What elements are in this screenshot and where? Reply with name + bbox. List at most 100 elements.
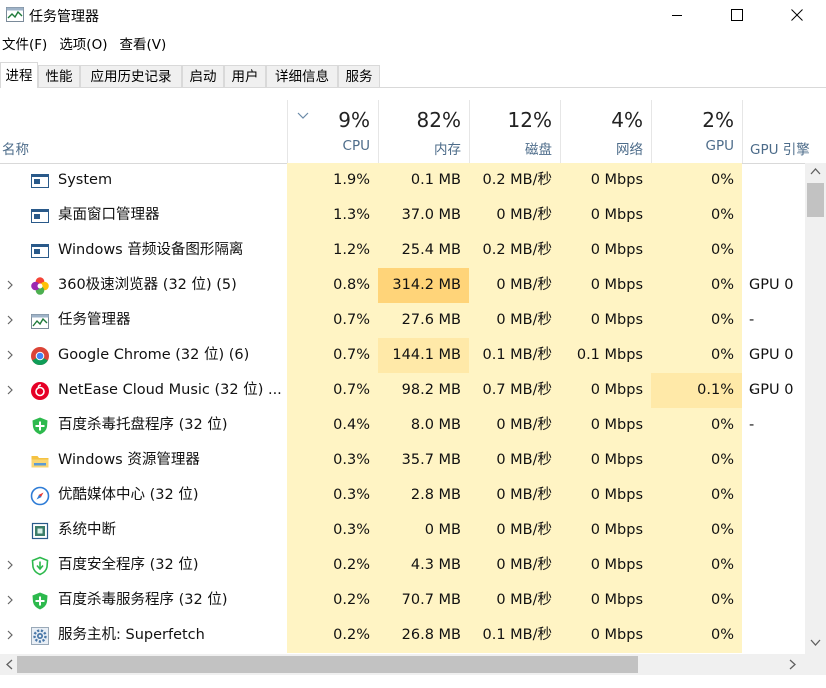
tab-app-history[interactable]: 应用历史记录 <box>80 65 182 87</box>
title-bar: 任务管理器 <box>0 0 826 30</box>
column-cpu[interactable]: 9% CPU <box>287 100 378 163</box>
vertical-scrollbar[interactable] <box>805 163 826 654</box>
process-row[interactable]: NetEase Cloud Music (32 位) ... 0.7% 98.2 M… <box>0 373 805 433</box>
tab-users[interactable]: 用户 <box>224 65 266 87</box>
process-cpu: 0.7% <box>287 373 378 408</box>
column-header: 名称 9% CPU 82% 内存 12% 磁盘 4% 网络 2% GPU GPU… <box>0 100 826 164</box>
process-gpu-engine <box>742 408 805 443</box>
scroll-up-arrow-icon[interactable] <box>810 167 821 175</box>
process-row[interactable]: Windows 资源管理器 0.3% 35.7 MB 0 MB/秒 0 Mbps 0% <box>0 443 805 478</box>
process-cpu: 0.8% <box>287 268 378 303</box>
chevron-right-icon[interactable] <box>4 349 16 361</box>
network-total: 4% <box>611 108 643 132</box>
process-gpu-engine <box>742 618 805 653</box>
process-cpu: 0.3% <box>287 443 378 478</box>
process-name: NetEase Cloud Music (32 位) ... <box>58 382 282 398</box>
process-row[interactable]: Google Chrome (32 位) (6) 0.7% 144.1 MB 0.1 … <box>0 338 805 398</box>
process-row[interactable]: 任务管理器 0.7% 27.6 MB 0 MB/秒 0 Mbps 0% <box>0 303 805 338</box>
column-gpu[interactable]: 2% GPU <box>651 100 742 163</box>
menu-bar: 文件(F) 选项(O) 查看(V) <box>0 34 176 56</box>
column-disk[interactable]: 12% 磁盘 <box>469 100 560 163</box>
process-disk: 0.2 MB/秒 <box>469 233 560 268</box>
column-gpu-engine[interactable]: GPU 引擎 <box>742 100 826 163</box>
close-button[interactable] <box>774 0 820 30</box>
chevron-right-icon[interactable] <box>4 314 16 326</box>
disk-total: 12% <box>507 108 552 132</box>
process-gpu: 0% <box>651 233 742 268</box>
chevron-right-icon[interactable] <box>4 629 16 641</box>
netease-music-icon <box>30 381 50 401</box>
scroll-left-arrow-icon[interactable] <box>5 659 13 670</box>
task-manager-icon <box>6 7 24 22</box>
process-disk: 0 MB/秒 <box>469 478 560 513</box>
process-memory: 25.4 MB <box>378 233 469 268</box>
process-network: 0 Mbps <box>560 303 651 338</box>
process-cpu: 1.9% <box>287 163 378 198</box>
tab-processes[interactable]: 进程 <box>0 62 38 88</box>
process-name: 优酷媒体中心 (32 位) <box>58 487 199 503</box>
process-disk: 0.1 MB/秒 <box>469 618 560 653</box>
process-name: 百度杀毒托盘程序 (32 位) <box>58 417 228 433</box>
process-row[interactable]: 百度安全程序 (32 位) 0.2% 4.3 MB 0 MB/秒 0 Mbps 0% <box>0 548 805 583</box>
process-row[interactable]: 百度杀毒托盘程序 (32 位) 0.4% 8.0 MB 0 MB/秒 0 Mbps 0% <box>0 408 805 443</box>
menu-options[interactable]: 选项(O) <box>57 34 114 56</box>
process-cpu: 0.2% <box>287 618 378 653</box>
scrollbar-corner <box>805 654 826 675</box>
memory-total: 82% <box>416 108 461 132</box>
menu-file[interactable]: 文件(F) <box>0 34 54 56</box>
chevron-right-icon[interactable] <box>4 279 16 291</box>
cpu-label: CPU <box>342 138 370 154</box>
memory-label: 内存 <box>434 142 461 158</box>
window-app-icon <box>30 171 50 191</box>
process-cpu: 0.3% <box>287 478 378 513</box>
gear-icon <box>30 626 50 646</box>
tab-startup[interactable]: 启动 <box>182 65 224 87</box>
process-name: 360极速浏览器 (32 位) (5) <box>58 277 237 293</box>
process-gpu-engine <box>742 198 805 233</box>
process-row[interactable]: 服务主机: Superfetch 0.2% 26.8 MB 0.1 MB/秒 0 Mbp… <box>0 618 805 653</box>
process-row[interactable]: 360极速浏览器 (32 位) (5) 0.8% 314.2 MB 0 MB/秒 0 M… <box>0 268 805 328</box>
tab-performance[interactable]: 性能 <box>38 65 80 87</box>
shield-icon <box>30 591 50 611</box>
maximize-icon <box>731 9 743 21</box>
maximize-button[interactable] <box>714 0 760 30</box>
process-row[interactable]: 优酷媒体中心 (32 位) 0.3% 2.8 MB 0 MB/秒 0 Mbps 0% <box>0 478 805 513</box>
tab-bar: 进程 性能 应用历史记录 启动 用户 详细信息 服务 <box>0 62 826 88</box>
horizontal-scrollbar[interactable] <box>0 654 826 675</box>
tab-services[interactable]: 服务 <box>338 65 380 87</box>
process-row[interactable]: 系统中断 0.3% 0 MB 0 MB/秒 0 Mbps 0% <box>0 513 805 548</box>
process-memory: 27.6 MB <box>378 303 469 338</box>
process-row[interactable]: Windows 音频设备图形隔离 1.2% 25.4 MB 0.2 MB/秒 0 Mbp… <box>0 233 805 268</box>
process-cpu: 0.4% <box>287 408 378 443</box>
process-network: 0 Mbps <box>560 478 651 513</box>
process-name: Windows 音频设备图形隔离 <box>58 242 244 258</box>
process-row[interactable]: 桌面窗口管理器 1.3% 37.0 MB 0 MB/秒 0 Mbps 0% <box>0 198 805 233</box>
scroll-down-arrow-icon[interactable] <box>810 639 821 647</box>
process-row[interactable]: System 1.9% 0.1 MB 0.2 MB/秒 0 Mbps 0% <box>0 163 805 198</box>
disk-label: 磁盘 <box>525 142 552 158</box>
process-network: 0 Mbps <box>560 198 651 233</box>
compass-icon <box>30 486 50 506</box>
chevron-right-icon[interactable] <box>4 559 16 571</box>
column-network[interactable]: 4% 网络 <box>560 100 651 163</box>
minimize-button[interactable] <box>654 0 700 30</box>
process-gpu-engine <box>742 583 805 618</box>
tab-details[interactable]: 详细信息 <box>266 65 338 87</box>
process-cpu: 0.3% <box>287 513 378 548</box>
process-disk: 0 MB/秒 <box>469 583 560 618</box>
chevron-right-icon[interactable] <box>4 384 16 396</box>
process-gpu: 0% <box>651 548 742 583</box>
menu-view[interactable]: 查看(V) <box>117 34 173 56</box>
scroll-right-arrow-icon[interactable] <box>789 659 797 670</box>
column-memory[interactable]: 82% 内存 <box>378 100 469 163</box>
process-network: 0 Mbps <box>560 513 651 548</box>
process-disk: 0 MB/秒 <box>469 548 560 583</box>
chevron-right-icon[interactable] <box>4 594 16 606</box>
horizontal-scroll-thumb[interactable] <box>17 656 638 673</box>
process-row[interactable]: 百度杀毒服务程序 (32 位) 0.2% 70.7 MB 0 MB/秒 0 Mbps 0% <box>0 583 805 618</box>
process-gpu: 0% <box>651 303 742 338</box>
process-gpu-engine: GPU 0 - <box>749 347 794 398</box>
vertical-scroll-thumb[interactable] <box>807 183 824 217</box>
360-browser-icon <box>30 276 50 296</box>
column-name[interactable]: 名称 <box>2 138 29 158</box>
